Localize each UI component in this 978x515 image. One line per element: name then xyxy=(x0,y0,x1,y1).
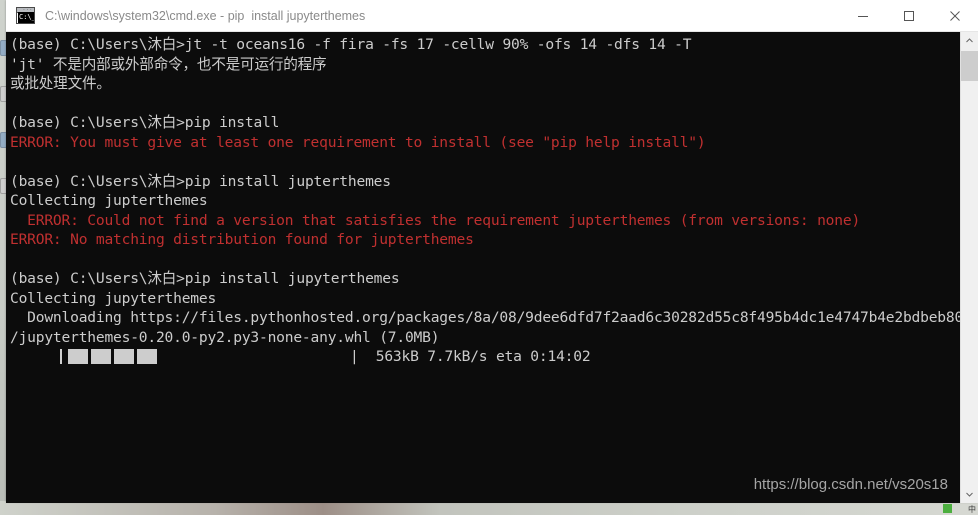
scrollbar-thumb[interactable] xyxy=(961,51,978,81)
progress-bar xyxy=(60,349,157,364)
maximize-icon xyxy=(904,10,914,21)
window-controls xyxy=(840,0,978,31)
console-line: (base) C:\Users\沐白>pip install xyxy=(10,114,280,131)
console-scrollbar[interactable] xyxy=(960,32,978,503)
cmd-window: ··· C:\_ C:\windows\system32\cmd.exe - p… xyxy=(6,0,978,503)
scrollbar-down-button[interactable] xyxy=(961,486,978,503)
tray-check-icon xyxy=(943,504,952,513)
console-error-line: ERROR: You must give at least one requir… xyxy=(10,133,706,151)
cmd-icon-prompt: C:\_ xyxy=(18,12,34,23)
scrollbar-up-button[interactable] xyxy=(961,32,978,49)
console-line: (base) C:\Users\沐白>pip install jupyterth… xyxy=(10,270,400,287)
maximize-button[interactable] xyxy=(886,0,932,31)
watermark: https://blog.csdn.net/vs20s18 xyxy=(753,476,948,493)
progress-bar-block xyxy=(91,349,111,364)
window-title: C:\windows\system32\cmd.exe - pip instal… xyxy=(45,8,366,23)
window-titlebar[interactable]: ··· C:\_ C:\windows\system32\cmd.exe - p… xyxy=(6,0,978,32)
console-text: (base) C:\Users\沐白>jt -t oceans16 -f fir… xyxy=(10,35,978,367)
download-status-text: | 563kB 7.7kB/s eta 0:14:02 xyxy=(350,348,591,365)
close-button[interactable] xyxy=(932,0,978,31)
close-icon xyxy=(950,10,960,21)
console-line: Downloading https://files.pythonhosted.o… xyxy=(10,309,978,326)
cmd-icon: ··· C:\_ xyxy=(16,7,35,24)
taskbar[interactable]: 中 xyxy=(0,501,978,515)
console-line: 'jt' 不是内部或外部命令，也不是可运行的程序 xyxy=(10,55,327,73)
console-error-line: ERROR: No matching distribution found fo… xyxy=(10,231,474,248)
console-output-area[interactable]: (base) C:\Users\沐白>jt -t oceans16 -f fir… xyxy=(6,32,978,503)
console-line: (base) C:\Users\沐白>jt -t oceans16 -f fir… xyxy=(10,36,692,53)
chevron-up-icon xyxy=(966,38,973,43)
chevron-down-icon xyxy=(966,492,973,497)
minimize-icon xyxy=(858,15,868,17)
console-line: /jupyterthemes-0.20.0-py2.py3-none-any.w… xyxy=(10,328,440,346)
progress-bar-block xyxy=(114,349,134,364)
console-error-line: ERROR: Could not find a version that sat… xyxy=(10,211,861,229)
console-line: (base) C:\Users\沐白>pip install jupterthe… xyxy=(10,172,391,190)
download-progress-line: | 563kB 7.7kB/s eta 0:14:02 xyxy=(10,347,956,367)
progress-bar-block xyxy=(137,349,157,364)
progress-bar-block xyxy=(68,349,88,364)
minimize-button[interactable] xyxy=(840,0,886,31)
console-line: 或批处理文件。 xyxy=(10,75,111,92)
tray-text: 中 xyxy=(968,505,976,514)
console-line: Collecting jupyterthemes xyxy=(10,289,217,307)
progress-bar-start xyxy=(60,349,62,364)
console-line: Collecting jupterthemes xyxy=(10,192,208,209)
